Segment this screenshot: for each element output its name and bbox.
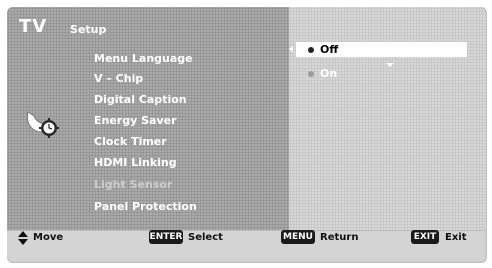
option-on-label: On: [320, 67, 338, 80]
menu-item-light-sensor: Light Sensor: [94, 178, 173, 191]
menu-item-menu-language[interactable]: Menu Language: [94, 52, 193, 65]
select-hint-label: Select: [188, 232, 223, 243]
clock-gear-icon: [26, 111, 59, 138]
up-down-arrow-icon: [18, 231, 28, 245]
menu-item-clock-timer[interactable]: Clock Timer: [94, 135, 167, 148]
option-on[interactable]: On: [296, 66, 416, 82]
menu-item-hdmi-linking[interactable]: HDMI Linking: [94, 156, 177, 169]
menu-item-digital-caption[interactable]: Digital Caption: [94, 93, 187, 106]
setup-subtitle: Setup: [70, 23, 107, 36]
option-off-label: Off: [320, 43, 339, 56]
radio-selected-icon: [308, 47, 314, 53]
exit-key[interactable]: EXIT: [411, 230, 439, 244]
return-hint-label: Return: [320, 232, 359, 243]
menu-item-v-chip[interactable]: V – Chip: [94, 72, 143, 85]
option-off[interactable]: Off: [296, 42, 467, 57]
move-hint-label: Move: [33, 232, 64, 243]
radio-unselected-icon: [308, 71, 314, 77]
tv-title: TV: [19, 16, 48, 37]
options-panel: [289, 7, 485, 230]
left-arrow-icon: [289, 46, 293, 52]
menu-item-energy-saver[interactable]: Energy Saver: [94, 114, 177, 127]
exit-hint-label: Exit: [445, 232, 467, 243]
enter-key[interactable]: ENTER: [149, 230, 183, 244]
menu-item-panel-protection[interactable]: Panel Protection: [94, 200, 197, 213]
menu-key[interactable]: MENU: [281, 230, 315, 244]
